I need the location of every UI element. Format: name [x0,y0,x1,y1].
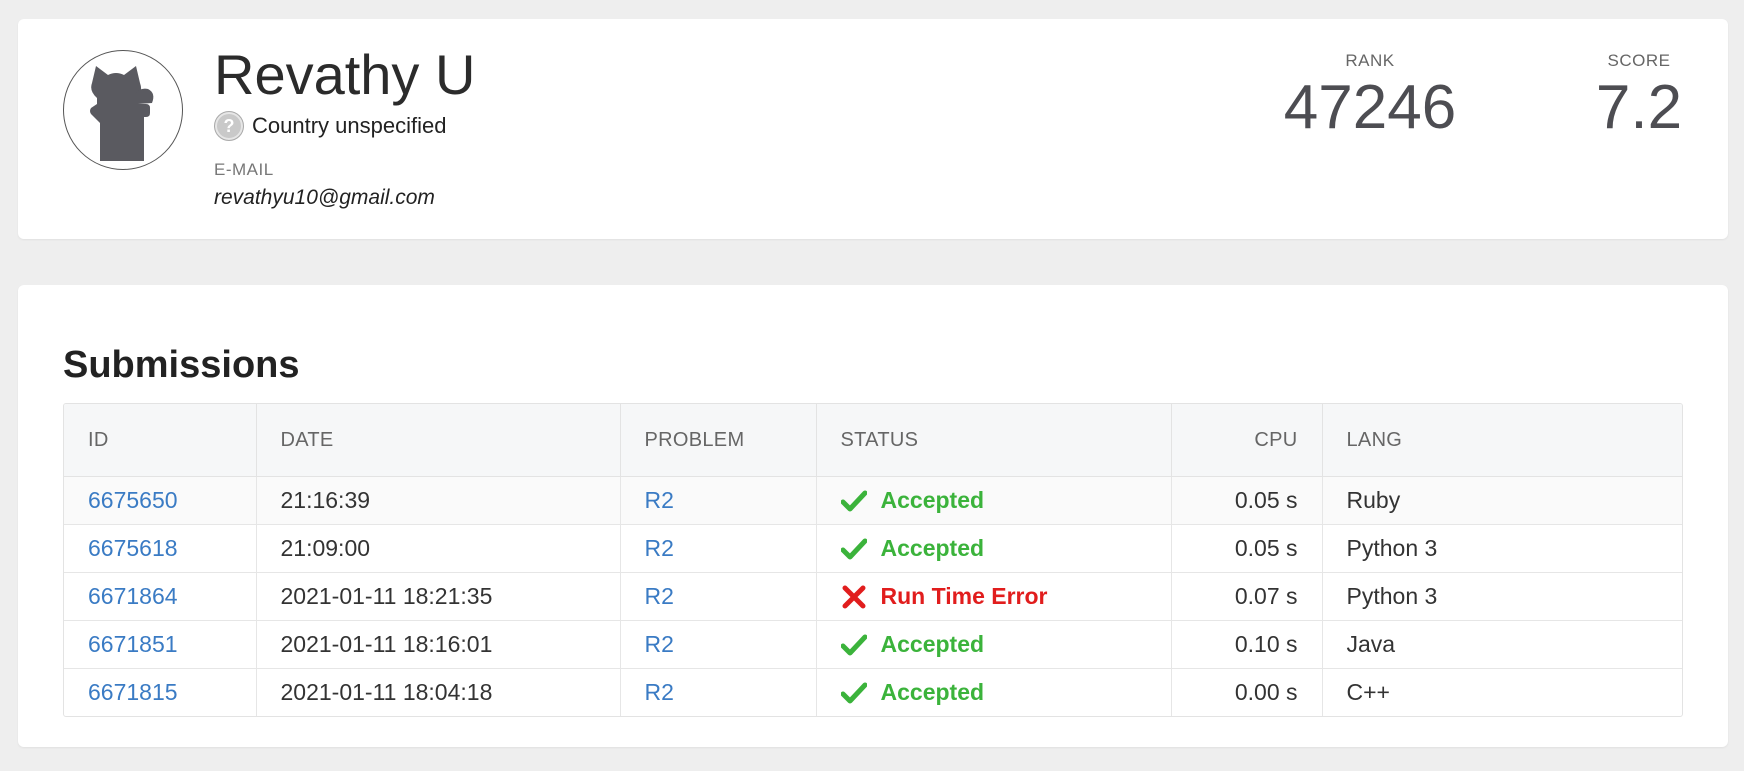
submission-id-link[interactable]: 6671864 [88,583,178,609]
check-icon [840,634,867,655]
cell-cpu: 0.05 s [1171,476,1323,525]
status-label: Accepted [880,631,985,657]
cell-problem: R2 [620,668,817,716]
status-badge: Accepted [840,631,1147,658]
submissions-card: Submissions ID DATE PROBLEM STATUS CPU L… [18,285,1728,747]
cell-status: Accepted [816,476,1172,525]
problem-link[interactable]: R2 [645,487,674,513]
cell-date: 2021-01-11 18:21:35 [256,572,621,621]
cell-cpu: 0.00 s [1171,668,1323,716]
cat-avatar-icon [90,66,154,161]
problem-link[interactable]: R2 [645,631,674,657]
submission-id-link[interactable]: 6675618 [88,535,178,561]
check-icon [840,682,867,703]
check-icon [840,538,867,559]
score-stat: SCORE 7.2 [1574,51,1704,139]
rank-label: RANK [1345,51,1395,70]
cell-lang: Ruby [1322,476,1682,525]
col-header-cpu[interactable]: CPU [1171,404,1323,477]
status-badge: Run Time Error [841,583,1147,610]
table-row: 6675650 21:16:39 R2 Accepted 0.05 s Ruby [64,476,1682,525]
cell-date: 2021-01-11 18:04:18 [256,668,621,716]
cell-date: 21:09:00 [256,524,621,573]
email-value: revathyu10@gmail.com [214,186,435,209]
cross-icon [842,585,865,608]
cell-cpu: 0.07 s [1171,572,1323,621]
profile-card: Revathy U ? Country unspecified E-MAIL r… [18,19,1728,239]
cell-status: Accepted [816,620,1172,669]
table-row: 6675618 21:09:00 R2 Accepted 0.05 s Python 3 [64,524,1682,573]
country-label: Country unspecified [252,113,447,138]
check-icon [840,490,867,511]
cell-status: Run Time Error [816,572,1172,621]
status-label: Accepted [880,535,985,561]
country-row: ? Country unspecified [214,111,446,141]
avatar [63,50,183,170]
cell-problem: R2 [620,476,817,525]
col-header-lang[interactable]: LANG [1322,404,1682,477]
cell-date: 21:16:39 [256,476,621,525]
col-header-id[interactable]: ID [64,404,257,477]
rank-stat: RANK 47246 [1265,51,1475,139]
cell-id: 6675618 [64,524,257,573]
cell-date: 2021-01-11 18:16:01 [256,620,621,669]
cell-lang: Python 3 [1322,572,1682,621]
cell-problem: R2 [620,524,817,573]
table-row: 6671815 2021-01-11 18:04:18 R2 Accepted 0.00… [64,668,1682,716]
cell-problem: R2 [620,572,817,621]
status-badge: Accepted [840,487,1147,514]
problem-link[interactable]: R2 [645,679,674,705]
status-label: Accepted [880,679,985,705]
cell-lang: C++ [1346,679,1390,705]
cell-lang: Python 3 [1322,524,1682,573]
col-header-problem[interactable]: PROBLEM [620,404,817,477]
cell-id: 6671815 [64,668,257,716]
email-label: E-MAIL [214,160,274,179]
cell-cpu: 0.05 s [1171,524,1323,573]
submissions-table: ID DATE PROBLEM STATUS CPU LANG 6675650 2… [63,403,1683,717]
score-label: SCORE [1607,51,1671,70]
submission-id-link[interactable]: 6671851 [88,631,178,657]
cell-cpu: 0.10 s [1171,620,1323,669]
col-header-date[interactable]: DATE [256,404,621,477]
cell-status: Accepted [816,524,1172,573]
score-value: 7.2 [1595,73,1683,142]
table-row: 6671864 2021-01-11 18:21:35 R2 Run Time Err… [64,572,1682,621]
status-badge: Accepted [840,535,1147,562]
col-header-status[interactable]: STATUS [816,404,1172,477]
rank-value: 47246 [1283,73,1457,142]
submission-id-link[interactable]: 6675650 [88,487,178,513]
submissions-title: Submissions [63,344,300,386]
cell-id: 6671864 [64,572,257,621]
status-label: Run Time Error [880,583,1048,609]
status-label: Accepted [880,487,985,513]
problem-link[interactable]: R2 [645,535,674,561]
cell-id: 6675650 [64,476,257,525]
status-badge: Accepted [840,679,1147,706]
profile-name: Revathy U [214,43,476,106]
question-flag-icon: ? [214,111,244,141]
submission-id-link[interactable]: 6671815 [88,679,178,705]
cell-status: Accepted [816,668,1172,716]
cell-lang: Java [1322,620,1682,669]
problem-link[interactable]: R2 [645,583,674,609]
cell-id: 6671851 [64,620,257,669]
table-header-row: ID DATE PROBLEM STATUS CPU LANG [64,404,1682,477]
table-row: 6671851 2021-01-11 18:16:01 R2 Accepted 0.10… [64,620,1682,669]
cell-problem: R2 [620,620,817,669]
